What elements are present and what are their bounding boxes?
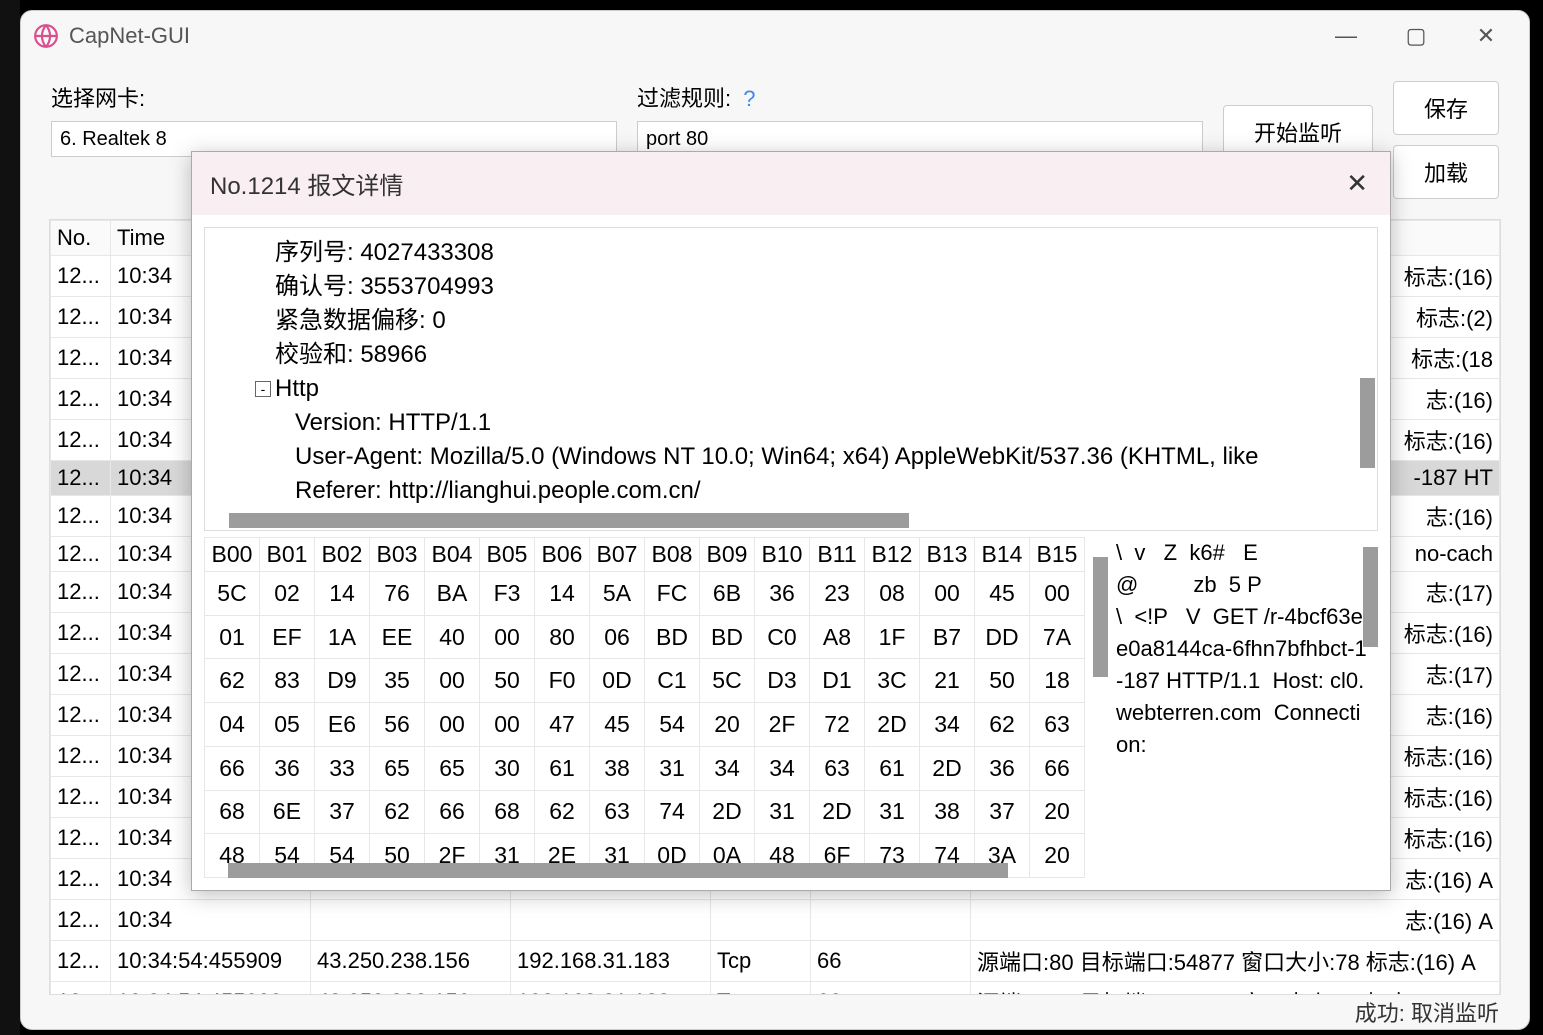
hex-header: B07 [590, 538, 645, 572]
hex-header: B10 [755, 538, 810, 572]
app-title: CapNet-GUI [69, 23, 1331, 49]
hex-header: B05 [480, 538, 535, 572]
load-button[interactable]: 加载 [1393, 145, 1499, 199]
hex-header: B00 [205, 538, 260, 572]
hex-header: B04 [425, 538, 480, 572]
hex-row[interactable]: 663633656530613831343463612D3666 [205, 746, 1085, 790]
nic-label: 选择网卡: [51, 81, 617, 113]
tree-http-label: Http [275, 375, 319, 402]
save-button[interactable]: 保存 [1393, 81, 1499, 135]
hex-header: B11 [810, 538, 865, 572]
hex-header: B08 [645, 538, 700, 572]
status-bar: 成功: 取消监听 [21, 995, 1529, 1029]
hex-header: B03 [370, 538, 425, 572]
hex-header: B01 [260, 538, 315, 572]
tree-http-ua: User-Agent: Mozilla/5.0 (Windows NT 10.0… [215, 440, 1367, 474]
hex-scrollbar-vertical[interactable] [1093, 557, 1108, 677]
table-row[interactable]: 12...10:34:54:45590943.250.238.156192.16… [51, 982, 1500, 996]
tree-urgent: 紧急数据偏移: 0 [215, 304, 1367, 338]
tree-scrollbar-vertical[interactable] [1360, 378, 1375, 468]
hex-row[interactable]: 5C021476BAF3145AFC6B362308004500 [205, 572, 1085, 616]
tree-seq: 序列号: 4027433308 [215, 236, 1367, 270]
filter-help-icon[interactable]: ? [743, 86, 755, 111]
packet-detail-modal: No.1214 报文详情 ✕ 序列号: 4027433308 确认号: 3553… [191, 151, 1391, 891]
title-bar: CapNet-GUI — ▢ ✕ [21, 11, 1529, 61]
app-icon [33, 23, 59, 49]
hex-row[interactable]: 6283D9350050F00DC15CD3D13C215018 [205, 659, 1085, 703]
hex-header: B15 [1030, 538, 1085, 572]
hex-header: B13 [920, 538, 975, 572]
table-row[interactable]: 12...10:34志:(16) A [51, 900, 1500, 941]
hex-row[interactable]: 01EF1AEE40008006BDBDC0A81FB7DD7A [205, 615, 1085, 659]
modal-title-bar: No.1214 报文详情 ✕ [192, 152, 1390, 215]
hex-table[interactable]: B00B01B02B03B04B05B06B07B08B09B10B11B12B… [204, 537, 1085, 878]
ascii-scrollbar-vertical[interactable] [1363, 547, 1378, 647]
ascii-dump: \ v Z k6# E @ zb 5 P \ <!P V GET /r-4bcf… [1116, 537, 1378, 878]
hex-header: B09 [700, 538, 755, 572]
main-window: CapNet-GUI — ▢ ✕ 选择网卡: 过滤规则: ? 开始监听 保存 加… [20, 10, 1530, 1030]
hex-header: B06 [535, 538, 590, 572]
protocol-tree[interactable]: 序列号: 4027433308 确认号: 3553704993 紧急数据偏移: … [204, 227, 1378, 531]
table-header[interactable]: No. [51, 221, 111, 256]
modal-close-button[interactable]: ✕ [1342, 168, 1372, 199]
modal-title-text: No.1214 报文详情 [210, 166, 1342, 201]
window-maximize-button[interactable]: ▢ [1401, 23, 1431, 49]
tree-scrollbar-horizontal[interactable] [229, 513, 909, 528]
filter-label: 过滤规则: ? [637, 81, 1203, 113]
hex-header: B14 [975, 538, 1030, 572]
hex-header: B02 [315, 538, 370, 572]
table-row[interactable]: 12...10:34:54:45590943.250.238.156192.16… [51, 941, 1500, 982]
tree-http-version: Version: HTTP/1.1 [215, 406, 1367, 440]
hex-row[interactable]: 0405E6560000474554202F722D346263 [205, 703, 1085, 747]
hex-header: B12 [865, 538, 920, 572]
tree-ack: 确认号: 3553704993 [215, 270, 1367, 304]
window-minimize-button[interactable]: — [1331, 23, 1361, 49]
tree-collapse-icon[interactable]: - [255, 381, 271, 397]
tree-checksum: 校验和: 58966 [215, 338, 1367, 372]
hex-scrollbar-horizontal[interactable] [228, 863, 1008, 878]
hex-dump-area: B00B01B02B03B04B05B06B07B08B09B10B11B12B… [204, 537, 1378, 878]
tree-http-referer: Referer: http://lianghui.people.com.cn/ [215, 474, 1367, 508]
window-close-button[interactable]: ✕ [1471, 23, 1501, 49]
hex-row[interactable]: 686E376266686263742D312D31383720 [205, 790, 1085, 834]
